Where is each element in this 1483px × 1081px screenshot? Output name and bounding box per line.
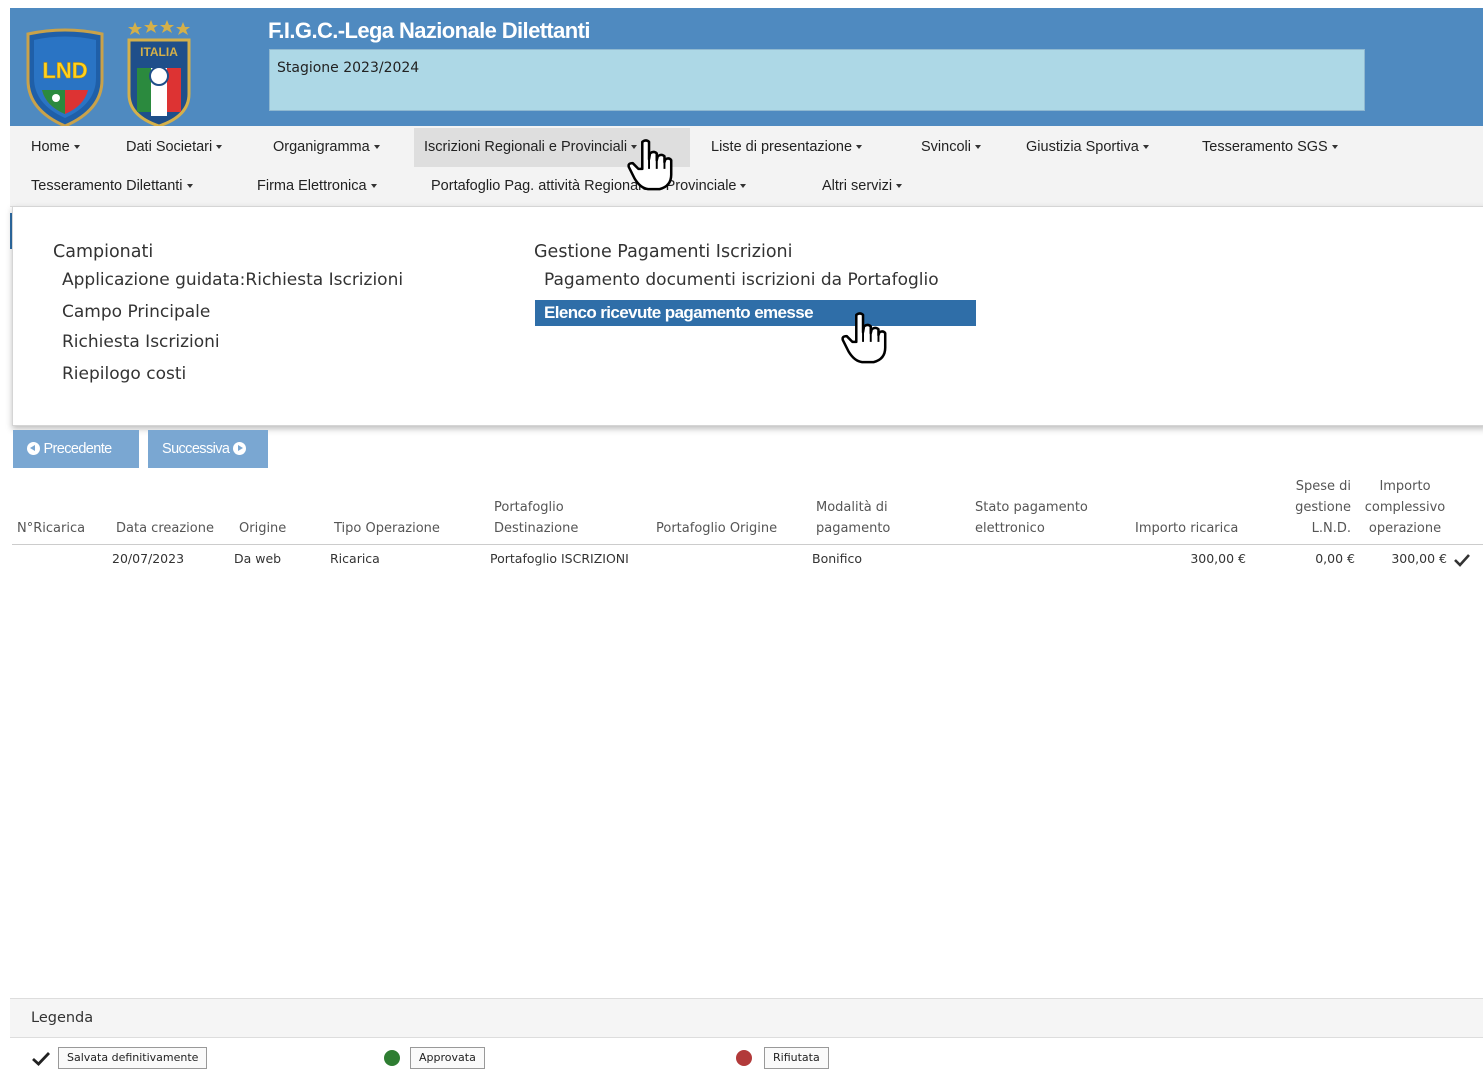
cell-totale: 300,00 € (1391, 551, 1447, 566)
cell-data: 20/07/2023 (112, 551, 185, 566)
caret-down-icon (740, 184, 747, 189)
caret-down-icon (216, 145, 223, 150)
table-header-divider (12, 544, 1483, 545)
hand-pointer-cursor-icon (841, 312, 887, 364)
cell-destinazione: Portafoglio ISCRIZIONI (490, 551, 629, 566)
caret-down-icon (974, 145, 981, 150)
cell-origine: Da web (234, 551, 282, 566)
hand-pointer-cursor-icon (627, 139, 673, 191)
caret-down-icon (73, 145, 80, 150)
nav-item-svincoli[interactable]: Svincoli (911, 128, 991, 167)
nav-item-altri-servizi[interactable]: Altri servizi (812, 167, 912, 206)
nav-item-portafoglio[interactable]: Portafoglio Pag. attività Regionale e Pr… (421, 167, 756, 206)
nav-item-tesseramento-dilettanti[interactable]: Tesseramento Dilettanti (21, 167, 203, 206)
menu-item-riepilogo-costi[interactable]: Riepilogo costi (62, 364, 186, 384)
column-header-stato: Stato pagamento elettronico (975, 500, 1088, 536)
nav-item-tesseramento-sgs[interactable]: Tesseramento SGS (1192, 128, 1348, 167)
dropdown-heading-campionati: Campionati (53, 242, 154, 262)
legend-panel: Legenda Salvata definitivamente Approvat… (10, 998, 1483, 1077)
green-dot-icon (384, 1050, 400, 1066)
cell-importo: 300,00 € (1190, 551, 1246, 566)
previous-button[interactable]: Precedente (13, 430, 139, 468)
caret-down-icon (370, 184, 377, 189)
nav-item-dati-societari[interactable]: Dati Societari (116, 128, 232, 167)
cell-tipo: Ricarica (330, 551, 380, 566)
season-label: Stagione 2023/2024 (277, 60, 420, 76)
menu-item-elenco-ricevute[interactable]: Elenco ricevute pagamento emesse (535, 300, 976, 326)
season-box: Stagione 2023/2024 (269, 49, 1365, 111)
column-header-data: Data creazione (116, 521, 214, 536)
italia-logo-text: ITALIA (140, 45, 178, 59)
caret-down-icon (856, 145, 863, 150)
nav-item-liste-presentazione[interactable]: Liste di presentazione (701, 128, 872, 167)
arrow-left-circle-icon (27, 442, 40, 455)
legend-header: Legenda (10, 999, 1483, 1038)
column-header-origine: Origine (239, 521, 287, 536)
cell-modalita: Bonifico (812, 551, 863, 566)
legend-badge-salvata: Salvata definitivamente (58, 1047, 208, 1069)
app-header: LND ITALIA F.I.G.C.-Lega Nazionale Dilet… (10, 8, 1483, 128)
column-header-spese: Spese di gestione L.N.D. (1295, 479, 1351, 536)
legend-badge-rifiutata: Rifiutata (764, 1047, 829, 1069)
column-header-portafoglio-origine: Portafoglio Origine (656, 521, 778, 536)
column-header-destinazione: Portafoglio Destinazione (494, 500, 579, 536)
menu-item-campo-principale[interactable]: Campo Principale (62, 302, 210, 322)
nav-item-home[interactable]: Home (21, 128, 90, 167)
caret-down-icon (1142, 145, 1149, 150)
legend-title: Legenda (31, 1010, 94, 1026)
check-icon (1454, 554, 1470, 567)
column-header-numero: N°Ricarica (17, 521, 86, 536)
check-icon (32, 1052, 50, 1066)
lnd-logo-icon: LND (26, 28, 104, 128)
caret-down-icon (1331, 145, 1338, 150)
nav-item-organigramma[interactable]: Organigramma (263, 128, 390, 167)
figc-italia-logo-icon: ITALIA (127, 20, 191, 128)
column-header-totale: Importo complessivo operazione (1364, 479, 1446, 536)
menu-item-applicazione-guidata[interactable]: Applicazione guidata:Richiesta Iscrizion… (62, 270, 403, 290)
column-header-importo: Importo ricarica (1135, 521, 1239, 536)
caret-down-icon (186, 184, 193, 189)
caret-down-icon (896, 184, 903, 189)
nav-item-giustizia-sportiva[interactable]: Giustizia Sportiva (1016, 128, 1159, 167)
lnd-logo-text: LND (42, 58, 87, 83)
nav-item-firma-elettronica[interactable]: Firma Elettronica (247, 167, 387, 206)
red-dot-icon (736, 1050, 752, 1066)
arrow-right-circle-icon (232, 442, 246, 455)
column-header-modalita: Modalità di pagamento (816, 500, 891, 536)
iscrizioni-dropdown-menu: Campionati Applicazione guidata:Richiest… (12, 206, 1483, 426)
next-button[interactable]: Successiva (148, 430, 268, 468)
dropdown-heading-gestione-pagamenti: Gestione Pagamenti Iscrizioni (534, 242, 793, 262)
caret-down-icon (373, 145, 380, 150)
menu-item-richiesta-iscrizioni[interactable]: Richiesta Iscrizioni (62, 332, 220, 352)
app-title: F.I.G.C.-Lega Nazionale Dilettanti (268, 18, 590, 43)
cell-spese: 0,00 € (1315, 551, 1355, 566)
menu-item-pagamento-documenti[interactable]: Pagamento documenti iscrizioni da Portaf… (544, 270, 939, 290)
column-header-tipo: Tipo Operazione (334, 521, 440, 536)
legend-badge-approvata: Approvata (410, 1047, 485, 1069)
main-nav: Home Dati Societari Organigramma Iscrizi… (10, 126, 1483, 207)
